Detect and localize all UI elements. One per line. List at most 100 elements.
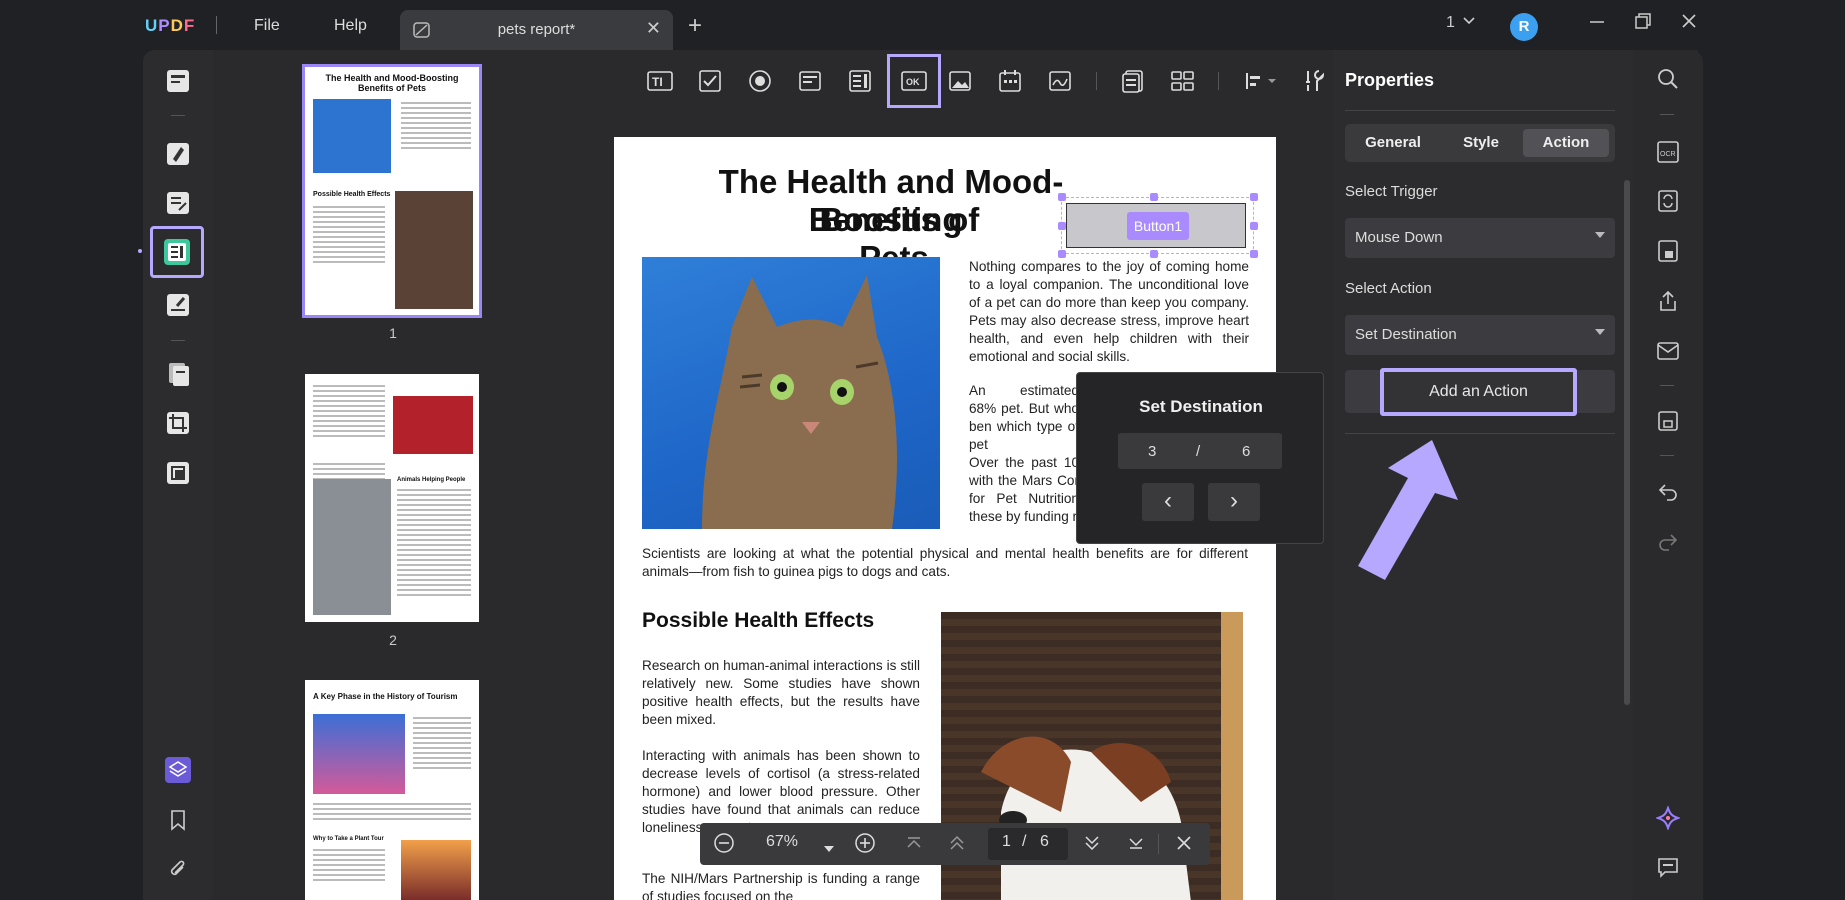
crop-icon[interactable] — [161, 406, 195, 440]
date-field-icon[interactable] — [994, 65, 1026, 97]
resize-handle[interactable] — [1250, 193, 1258, 201]
properties-scrollbar[interactable] — [1624, 180, 1630, 705]
comment-list-icon[interactable] — [1655, 854, 1681, 880]
tab-action[interactable]: Action — [1523, 129, 1609, 157]
layers-icon[interactable] — [161, 753, 195, 787]
thumbnail-page-2[interactable]: Animals Helping People — [305, 374, 479, 622]
resize-handle[interactable] — [1150, 193, 1158, 201]
reader-icon[interactable] — [161, 64, 195, 98]
section-heading: Possible Health Effects — [642, 609, 875, 632]
first-page-icon[interactable] — [906, 835, 922, 856]
last-page-icon[interactable] — [1128, 835, 1144, 856]
svg-text:OK: OK — [906, 77, 920, 87]
edit-pdf-icon[interactable] — [161, 186, 195, 220]
resize-handle[interactable] — [1250, 250, 1258, 258]
resize-handle[interactable] — [1058, 250, 1066, 258]
image-field-icon[interactable] — [944, 65, 976, 97]
fill-sign-icon[interactable] — [161, 288, 195, 322]
dropdown-icon[interactable] — [794, 65, 826, 97]
email-icon[interactable] — [1655, 338, 1681, 364]
ocr-icon[interactable]: OCR — [1655, 139, 1681, 165]
page-number-label: 1 — [389, 325, 397, 341]
signature-field-icon[interactable] — [1044, 65, 1076, 97]
page-input[interactable] — [988, 828, 1068, 860]
text-field-icon[interactable]: TI — [644, 65, 676, 97]
comment-icon[interactable] — [161, 137, 195, 171]
share-icon[interactable] — [1655, 288, 1681, 314]
convert-icon[interactable] — [1655, 188, 1681, 214]
new-tab-button[interactable]: + — [688, 12, 702, 40]
properties-tabs: General Style Action — [1345, 124, 1615, 162]
checkbox-icon[interactable] — [694, 65, 726, 97]
set-destination-popup: Set Destination 3 / 6 ‹ › — [1076, 372, 1324, 544]
menu-help[interactable]: Help — [334, 17, 367, 35]
button-field-icon[interactable]: OK — [887, 54, 941, 108]
prepare-form-icon[interactable] — [150, 226, 204, 278]
close-window-icon[interactable] — [1680, 12, 1698, 35]
page-separator: / — [1196, 443, 1201, 460]
toolbar-divider — [1096, 72, 1097, 90]
resize-handle[interactable] — [1058, 193, 1066, 201]
tab-general[interactable]: General — [1349, 129, 1437, 157]
redo-icon[interactable] — [1655, 528, 1681, 554]
protect-icon[interactable] — [1655, 238, 1681, 264]
intro-paragraph: Nothing compares to the joy of coming ho… — [969, 259, 1249, 364]
thumbnail-page-3[interactable]: A Key Phase in the History of Tourism Wh… — [305, 680, 479, 900]
attachment-icon[interactable] — [161, 853, 195, 887]
menu-file[interactable]: File — [254, 17, 280, 35]
resize-handle[interactable] — [1058, 222, 1066, 230]
divider — [1345, 433, 1615, 434]
resize-handle[interactable] — [1250, 222, 1258, 230]
organize-pages-icon[interactable] — [161, 357, 195, 391]
save-icon[interactable] — [1655, 408, 1681, 434]
document-tab[interactable]: pets report* ✕ — [400, 10, 673, 50]
zoom-out-icon[interactable] — [713, 832, 735, 859]
right-toolbar: OCR — [1638, 50, 1698, 900]
bookmark-icon[interactable] — [161, 803, 195, 837]
undo-icon[interactable] — [1655, 478, 1681, 504]
tab-style[interactable]: Style — [1437, 129, 1525, 157]
divider — [1158, 834, 1159, 854]
action-value: Set Destination — [1355, 326, 1457, 343]
title-separator — [216, 16, 217, 34]
form-tools-icon[interactable] — [1299, 65, 1331, 97]
thumbnail-eiffel-image — [401, 840, 471, 900]
list-box-icon[interactable] — [844, 65, 876, 97]
zoom-dropdown-icon[interactable] — [823, 840, 835, 858]
divider — [171, 340, 185, 341]
next-page-button[interactable]: › — [1208, 483, 1260, 521]
resize-handle[interactable] — [1150, 250, 1158, 258]
radio-button-icon[interactable] — [744, 65, 776, 97]
previous-page-icon[interactable] — [949, 835, 965, 856]
action-select[interactable]: Set Destination — [1345, 315, 1615, 355]
thumbnail-panel: The Health and Mood-Boosting Benefits of… — [213, 50, 543, 900]
current-page-value: 3 — [1148, 443, 1157, 460]
trigger-select[interactable]: Mouse Down — [1345, 218, 1615, 258]
align-icon[interactable] — [1240, 65, 1282, 97]
recognize-form-icon[interactable] — [1117, 65, 1149, 97]
grid-layout-icon[interactable] — [1167, 65, 1199, 97]
tab-close-icon[interactable]: ✕ — [646, 18, 661, 39]
previous-page-button[interactable]: ‹ — [1142, 483, 1194, 521]
app-logo: UPDF — [145, 16, 196, 35]
add-action-button[interactable]: Add an Action — [1380, 368, 1577, 416]
close-icon[interactable] — [1176, 835, 1192, 856]
avatar[interactable]: R — [1510, 13, 1538, 41]
page-separator: / — [1022, 833, 1027, 850]
restore-icon[interactable] — [1634, 12, 1652, 35]
thumbnail-page-1[interactable]: The Health and Mood-Boosting Benefits of… — [302, 64, 482, 318]
divider — [1345, 110, 1615, 111]
minimize-icon[interactable] — [1588, 12, 1606, 35]
button-field[interactable]: Button1 — [1066, 203, 1246, 248]
zoom-level[interactable]: 67% — [762, 833, 802, 851]
ai-assistant-icon[interactable] — [1655, 805, 1681, 831]
tools-icon[interactable] — [161, 456, 195, 490]
chevron-down-icon[interactable] — [1461, 12, 1477, 33]
next-page-icon[interactable] — [1084, 835, 1100, 856]
search-icon[interactable] — [1655, 66, 1681, 92]
zoom-in-icon[interactable] — [854, 832, 876, 859]
trigger-value: Mouse Down — [1355, 229, 1443, 246]
pointer-arrow-annotation — [1350, 438, 1460, 588]
paragraph-5: Research on human-animal interactions is… — [642, 658, 920, 727]
page-number-input[interactable]: 3 / 6 — [1118, 433, 1282, 469]
